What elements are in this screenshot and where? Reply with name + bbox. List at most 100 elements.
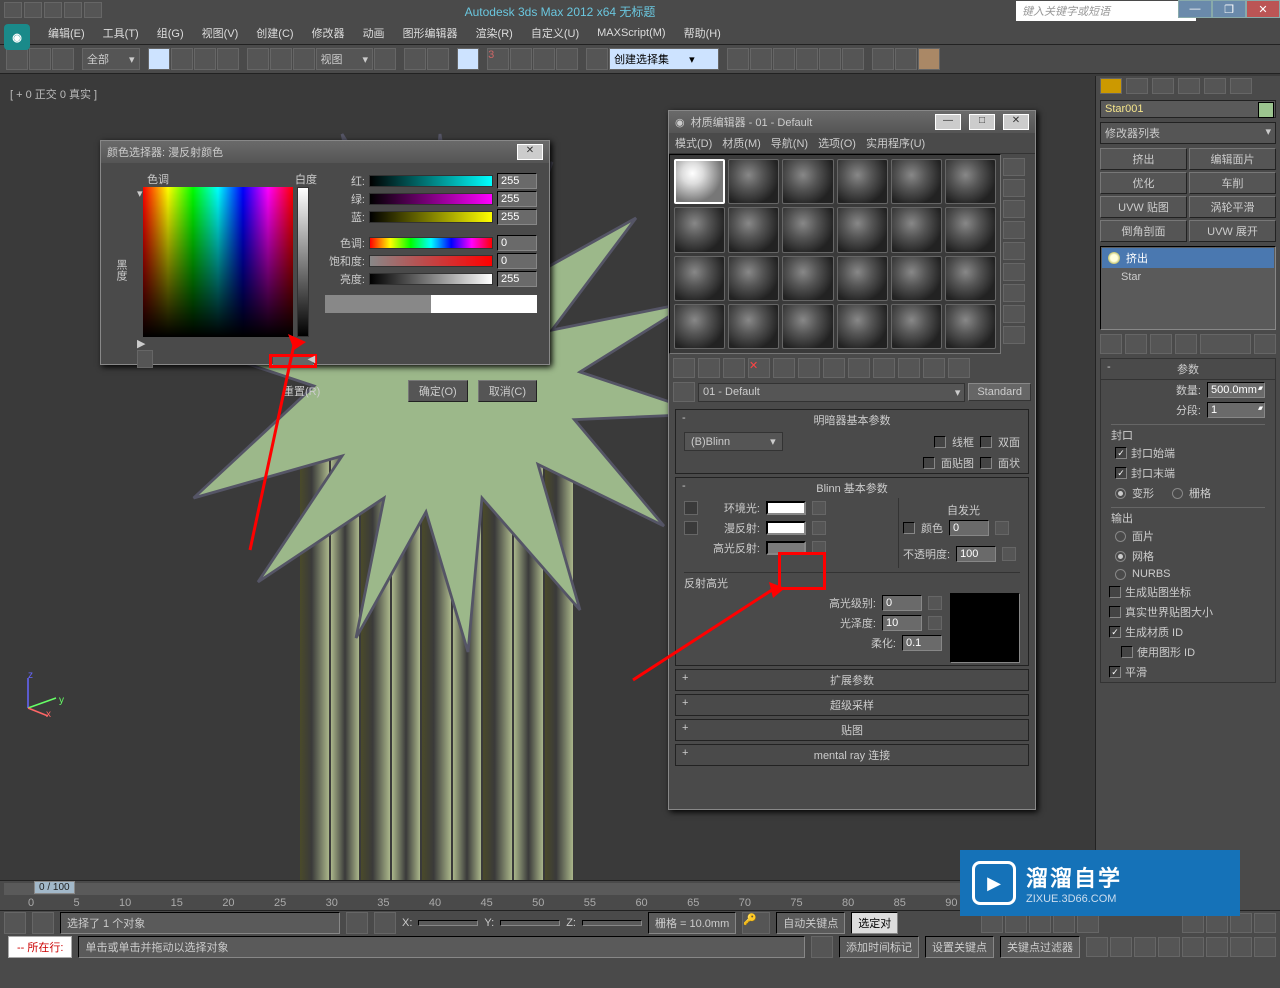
goto-end-icon[interactable] (1077, 913, 1099, 933)
menu-anim[interactable]: 动画 (355, 23, 393, 43)
ambient-swatch[interactable] (766, 501, 806, 515)
unlink-icon[interactable] (29, 48, 51, 70)
link-icon[interactable] (6, 48, 28, 70)
amount-spinner[interactable]: 500.0mm (1207, 382, 1265, 398)
remove-mod-icon[interactable] (1175, 334, 1197, 354)
opacity-spinner[interactable]: 100 (956, 546, 996, 562)
cap-end-check[interactable] (1115, 467, 1127, 479)
menu-help[interactable]: 帮助(H) (676, 23, 729, 43)
ambient-lock-icon[interactable] (684, 501, 698, 515)
mat-slot-3[interactable] (782, 159, 833, 204)
morph-radio[interactable] (1115, 488, 1126, 499)
make-unique-icon[interactable] (798, 358, 820, 378)
mat-slot-13[interactable] (674, 256, 725, 301)
mod-chamfer[interactable]: 倒角剖面 (1100, 220, 1187, 242)
isolate-icon[interactable] (811, 936, 833, 958)
mat-slot-1[interactable] (674, 159, 725, 204)
show-map-icon[interactable] (873, 358, 895, 378)
setkey-button[interactable]: 设置关键点 (925, 936, 994, 958)
selfillum-check[interactable] (903, 522, 915, 534)
fov-icon[interactable] (1254, 913, 1276, 933)
val-input[interactable]: 255 (497, 271, 537, 287)
select-name-button[interactable] (171, 48, 193, 70)
mat-slot-12[interactable] (945, 207, 996, 252)
object-color-swatch[interactable] (1258, 102, 1274, 118)
reset-map-icon[interactable]: ✕ (748, 358, 770, 378)
mat-slot-10[interactable] (837, 207, 888, 252)
gloss-map[interactable] (928, 616, 942, 630)
qa-btn[interactable] (24, 2, 42, 18)
mat-map-nav-icon[interactable] (1003, 326, 1025, 344)
grid-radio[interactable] (1172, 488, 1183, 499)
close-button[interactable]: ✕ (1246, 0, 1280, 18)
shader-type-dropdown[interactable]: (B)Blinn (684, 432, 783, 451)
show-end-icon[interactable] (898, 358, 920, 378)
soften-spinner[interactable]: 0.1 (902, 635, 942, 651)
patch-radio[interactable] (1115, 531, 1126, 542)
rotate-button[interactable] (270, 48, 292, 70)
val-slider[interactable] (369, 273, 493, 285)
keyfilter-button[interactable]: 关键点过滤器 (1000, 936, 1080, 958)
backlight-icon[interactable] (1003, 179, 1025, 197)
hue-slider[interactable] (369, 237, 493, 249)
snap-2d-button[interactable] (457, 48, 479, 70)
z-field[interactable] (582, 920, 642, 926)
nav-f-icon[interactable] (1206, 937, 1228, 957)
key-mode-icon[interactable]: 🔑 (742, 912, 770, 934)
genmap-check[interactable] (1109, 586, 1121, 598)
mod-turbosmooth[interactable]: 涡轮平滑 (1189, 196, 1276, 218)
shapeid-check[interactable] (1121, 646, 1133, 658)
y-field[interactable] (500, 920, 560, 926)
me-menu-modes[interactable]: 模式(D) (675, 135, 712, 151)
me-menu-util[interactable]: 实用程序(U) (866, 135, 925, 151)
prev-frame-icon[interactable] (1005, 913, 1027, 933)
mat-slot-8[interactable] (728, 207, 779, 252)
smooth-check[interactable] (1109, 666, 1121, 678)
faceted-check[interactable] (980, 457, 992, 469)
matid-icon[interactable] (848, 358, 870, 378)
time-tag[interactable]: 添加时间标记 (839, 936, 919, 958)
red-slider[interactable] (369, 175, 493, 187)
mat-slot-17[interactable] (891, 256, 942, 301)
menu-create[interactable]: 创建(C) (248, 23, 301, 43)
menu-custom[interactable]: 自定义(U) (523, 23, 587, 43)
material-type-button[interactable]: Standard (968, 383, 1031, 401)
green-slider[interactable] (369, 193, 493, 205)
menu-maxscript[interactable]: MAXScript(M) (589, 25, 673, 41)
help-search-input[interactable]: 键入关键字或短语 (1016, 1, 1196, 21)
scale-button[interactable] (293, 48, 315, 70)
mod-extrude[interactable]: 挤出 (1100, 148, 1187, 170)
opacity-map[interactable] (1002, 547, 1016, 561)
display-tab-icon[interactable] (1204, 78, 1226, 94)
menu-views[interactable]: 视图(V) (194, 23, 247, 43)
green-input[interactable]: 255 (497, 191, 537, 207)
time-slider[interactable]: 0 / 100 05101520253035404550556065707580… (0, 880, 1095, 910)
mat-slot-22[interactable] (837, 304, 888, 349)
pin-stack-icon[interactable] (1100, 334, 1122, 354)
selection-filter-dropdown[interactable]: 全部 (82, 48, 140, 70)
edit-named-sel-button[interactable] (586, 48, 608, 70)
nav-b-icon[interactable] (1110, 937, 1132, 957)
hierarchy-tab-icon[interactable] (1152, 78, 1174, 94)
video-check-icon[interactable] (1003, 242, 1025, 260)
me-close[interactable]: ✕ (1003, 114, 1029, 130)
hue-input[interactable]: 0 (497, 235, 537, 251)
ref-coord-sys-dropdown[interactable]: 视图 (316, 48, 374, 70)
cs-close[interactable]: ✕ (517, 144, 543, 160)
mat-slot-5[interactable] (891, 159, 942, 204)
app-logo-icon[interactable]: ◉ (4, 24, 30, 50)
modify-tab-icon[interactable] (1126, 78, 1148, 94)
render-frame-button[interactable] (895, 48, 917, 70)
mirror-button[interactable] (727, 48, 749, 70)
qa-btn[interactable] (44, 2, 62, 18)
configure-sets-icon[interactable] (1254, 334, 1276, 354)
menu-graph[interactable]: 图形编辑器 (395, 23, 466, 43)
menu-render[interactable]: 渲染(R) (468, 23, 521, 43)
goto-start-icon[interactable] (981, 913, 1003, 933)
script-listener-icon[interactable] (4, 912, 26, 934)
menu-tools[interactable]: 工具(T) (95, 23, 147, 43)
script-mini-icon[interactable] (32, 912, 54, 934)
render-button[interactable] (918, 48, 940, 70)
mat-slot-21[interactable] (782, 304, 833, 349)
sample-type-icon[interactable] (1003, 158, 1025, 176)
